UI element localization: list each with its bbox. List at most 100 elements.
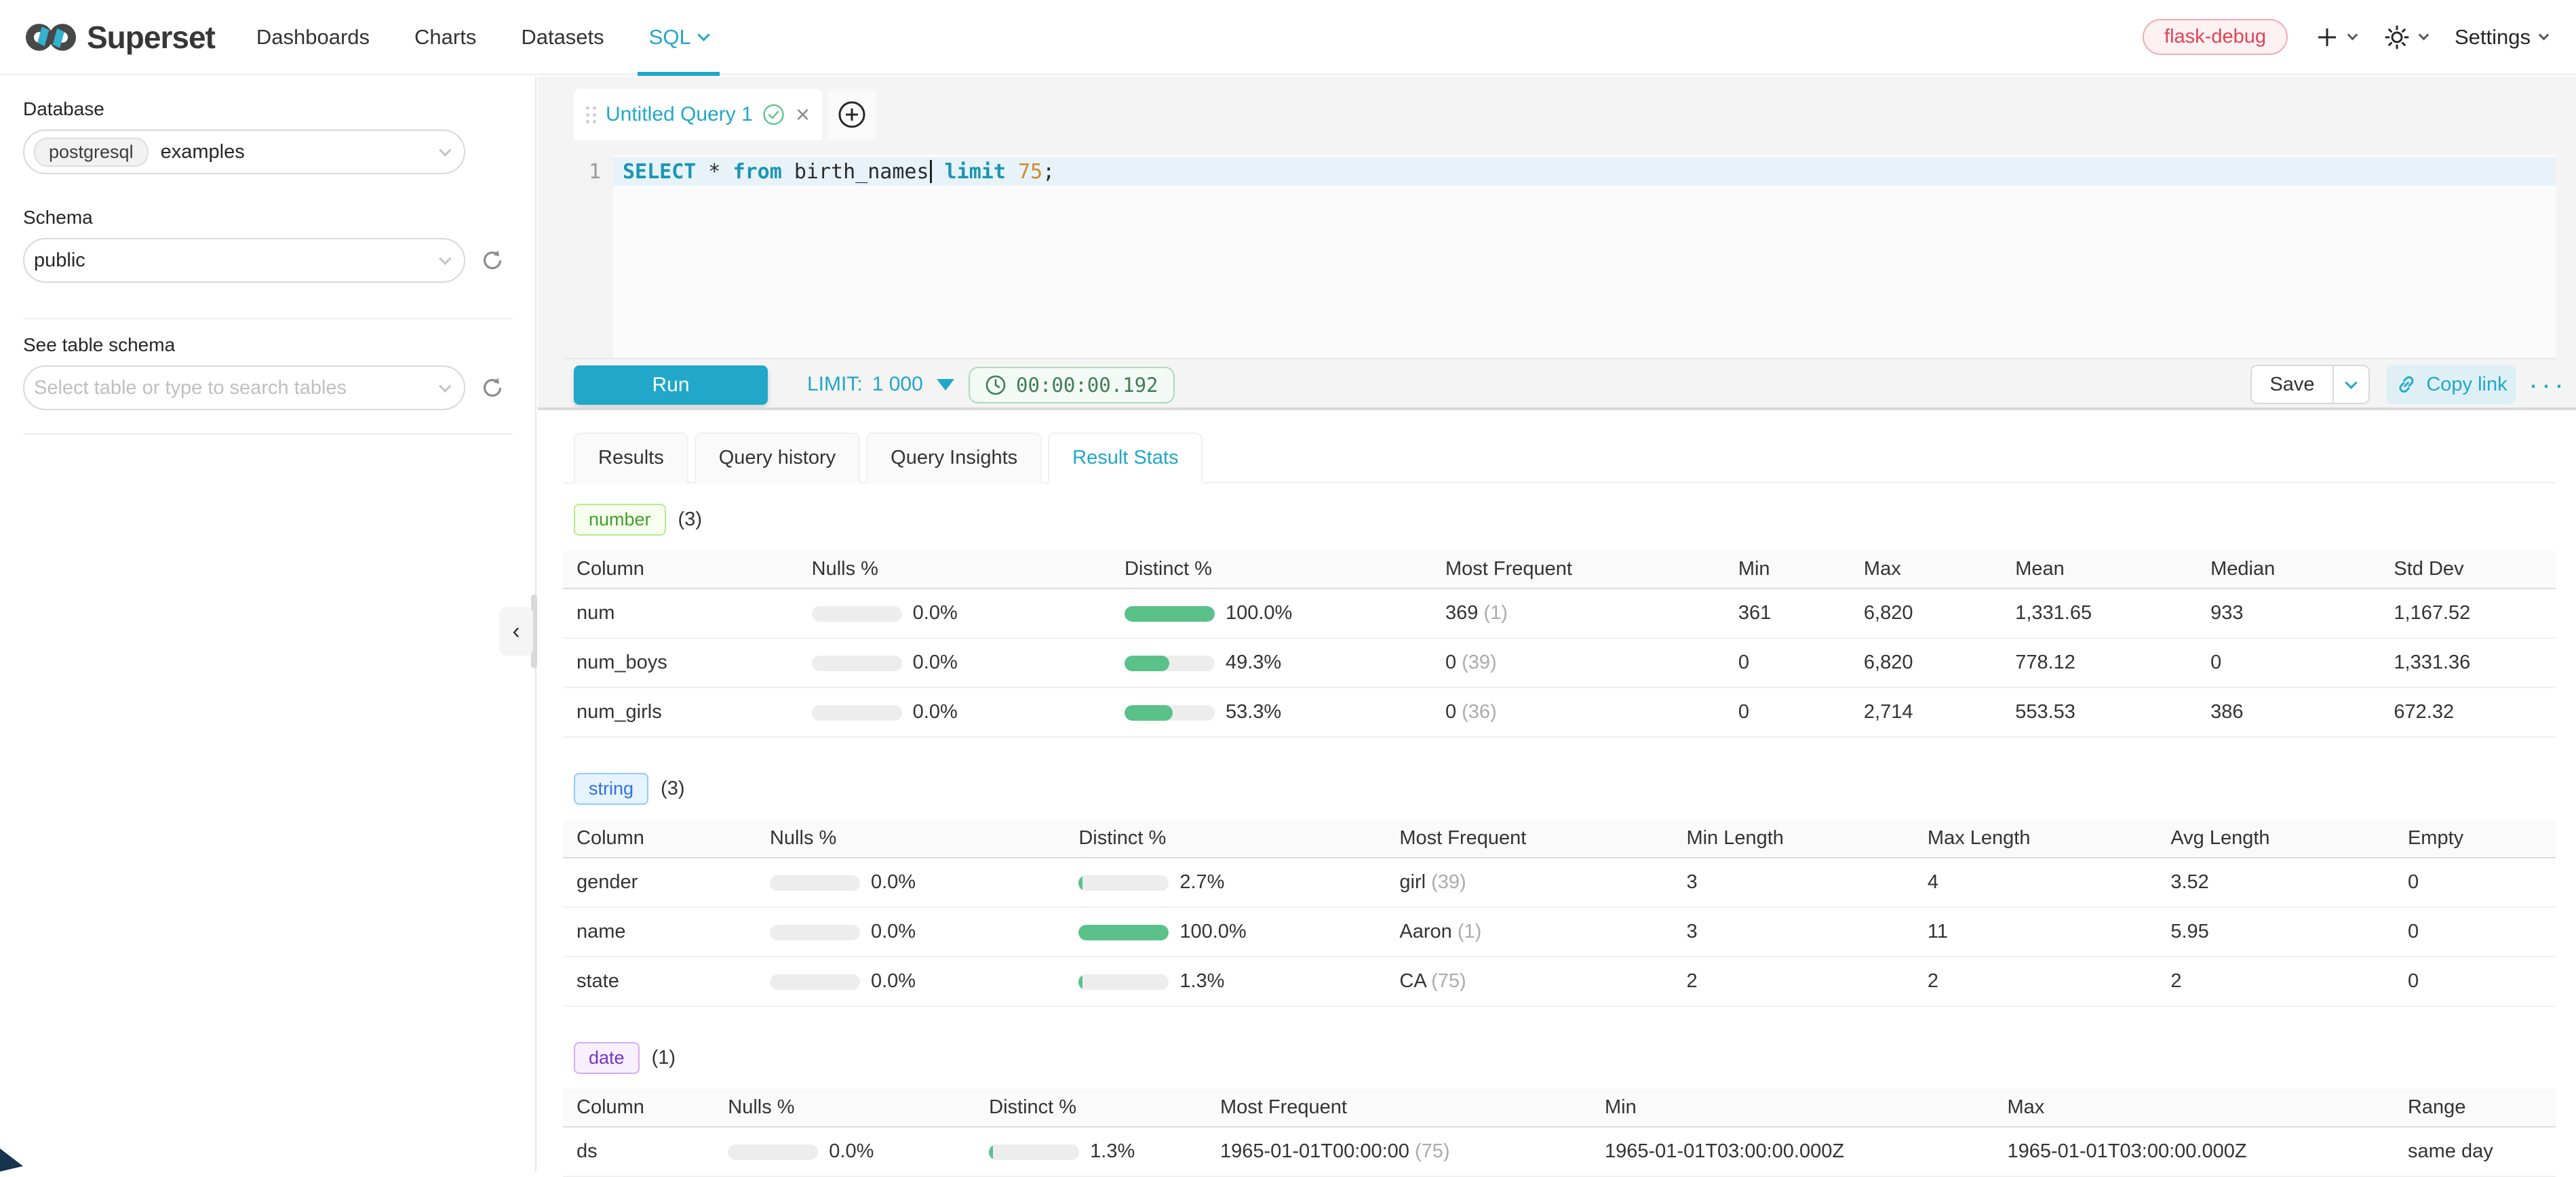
refresh-schemas-icon[interactable] — [480, 248, 505, 273]
stat-value-cell: 0 — [2394, 858, 2556, 907]
tab-result-stats[interactable]: Result Stats — [1048, 433, 1203, 483]
column-header: Distinct % — [1111, 551, 1432, 588]
most-frequent-cell: 0 (39) — [1432, 638, 1725, 687]
progress-bar — [812, 656, 902, 671]
nav-item-datasets[interactable]: Datasets — [499, 0, 626, 75]
most-frequent-cell: Aaron (1) — [1386, 907, 1673, 957]
column-header: Max — [1850, 551, 2002, 588]
refresh-tables-icon[interactable] — [480, 376, 505, 400]
main-nav: Dashboards Charts Datasets SQL — [234, 0, 730, 75]
stat-value-cell: 553.53 — [2002, 687, 2197, 737]
table-row: name0.0%100.0%Aaron (1)3115.950 — [563, 907, 2556, 957]
stat-value-cell: 3 — [1673, 858, 1913, 907]
column-header: Min — [1725, 551, 1850, 588]
text-cursor — [930, 160, 932, 183]
save-button[interactable]: Save — [2250, 365, 2333, 404]
column-name-cell: num — [563, 588, 798, 638]
column-header: Min Length — [1673, 820, 1913, 858]
close-tab-icon[interactable]: × — [796, 102, 810, 127]
query-tab[interactable]: Untitled Query 1 × — [574, 89, 822, 140]
divider — [23, 433, 513, 435]
sql-statement[interactable]: SELECT * from birth_names limit 75; — [623, 157, 1055, 186]
nav-item-dashboards[interactable]: Dashboards — [234, 0, 392, 75]
progress-bar — [770, 974, 860, 990]
copy-link-button[interactable]: Copy link — [2386, 365, 2516, 404]
schema-label: Schema — [23, 207, 535, 228]
column-header: Range — [2394, 1089, 2556, 1127]
column-header: Column — [563, 1089, 714, 1127]
stat-value-cell: 3.52 — [2157, 858, 2394, 907]
superset-logo[interactable]: Superset — [26, 19, 215, 56]
superset-infinity-icon — [26, 21, 76, 54]
collapse-sidebar-button[interactable]: ‹ — [499, 607, 533, 656]
sql-lab-sidebar: Database postgresql examples Schema publ… — [0, 77, 536, 1172]
column-header: Empty — [2394, 820, 2556, 858]
percent-bar-cell: 0.0% — [756, 907, 1065, 957]
stat-value-cell: 2 — [1914, 957, 2157, 1006]
table-row: gender0.0%2.7%girl (39)343.520 — [563, 858, 2556, 907]
tab-results[interactable]: Results — [574, 433, 688, 483]
stat-value-cell: 1,331.65 — [2002, 588, 2197, 638]
stat-value-cell: 1,167.52 — [2380, 588, 2556, 638]
brand-name: Superset — [87, 19, 215, 56]
table-row: ds0.0%1.3%1965-01-01T00:00:00 (75)1965-0… — [563, 1127, 2556, 1176]
progress-bar — [1078, 875, 1169, 891]
stat-value-cell: 1965-01-01T03:00:00.000Z — [1591, 1127, 1993, 1176]
number-stats-table: ColumnNulls %Distinct %Most FrequentMinM… — [563, 551, 2556, 738]
database-select[interactable]: postgresql examples — [23, 129, 465, 174]
chevron-down-icon — [2539, 30, 2550, 41]
sun-icon — [2383, 24, 2411, 51]
nav-item-sql[interactable]: SQL — [627, 0, 730, 75]
stat-value-cell: 5.95 — [2157, 907, 2394, 957]
line-number: 1 — [589, 160, 601, 184]
column-header: Nulls % — [798, 551, 1111, 588]
save-options-button[interactable] — [2333, 365, 2370, 404]
table-select[interactable]: Select table or type to search tables — [23, 365, 465, 410]
navbar: Superset Dashboards Charts Datasets SQL … — [0, 0, 2576, 75]
tab-query-insights[interactable]: Query Insights — [866, 433, 1042, 483]
progress-bar — [1125, 606, 1215, 622]
progress-bar — [1125, 705, 1215, 721]
elapsed-time: 00:00:00.192 — [1016, 374, 1158, 397]
stat-value-cell: 0 — [2394, 957, 2556, 1006]
sql-code-editor[interactable]: 1 SELECT * from birth_names limit 75; — [563, 155, 2556, 358]
most-frequent-cell: 1965-01-01T00:00:00 (75) — [1207, 1127, 1591, 1176]
tab-query-history[interactable]: Query history — [695, 433, 860, 483]
clock-icon — [985, 374, 1007, 396]
stat-value-cell: 2 — [2157, 957, 2394, 1006]
schema-select[interactable]: public — [23, 238, 465, 283]
stat-value-cell: 672.32 — [2380, 687, 2556, 737]
stat-value-cell: 1,331.36 — [2380, 638, 2556, 687]
progress-bar — [812, 705, 902, 721]
table-row: num_girls0.0%53.3%0 (36)02,714553.533866… — [563, 687, 2556, 737]
save-split-button: Save — [2250, 365, 2370, 404]
new-item-button[interactable] — [2315, 25, 2356, 49]
more-actions-button[interactable]: ··· — [2529, 359, 2567, 410]
run-button[interactable]: Run — [574, 365, 768, 405]
progress-bar — [1125, 656, 1215, 671]
code-token — [1006, 160, 1018, 184]
table-row: num0.0%100.0%369 (1)3616,8201,331.659331… — [563, 588, 2556, 638]
percent-bar-cell: 1.3% — [975, 1127, 1207, 1176]
query-tab-title: Untitled Query 1 — [606, 103, 753, 126]
drag-handle-icon[interactable] — [586, 106, 596, 123]
theme-toggle[interactable] — [2383, 24, 2427, 51]
nav-item-charts[interactable]: Charts — [392, 0, 499, 75]
column-name-cell: gender — [563, 858, 756, 907]
column-header: Avg Length — [2157, 820, 2394, 858]
new-query-tab-button[interactable] — [827, 89, 876, 140]
most-frequent-cell: CA (75) — [1386, 957, 1673, 1006]
percent-bar-cell: 0.0% — [798, 687, 1111, 737]
column-header: Min — [1591, 1089, 1993, 1127]
stat-value-cell: 2,714 — [1850, 687, 2002, 737]
column-count: (3) — [661, 778, 684, 800]
stat-value-cell: 3 — [1673, 907, 1913, 957]
column-header: Distinct % — [975, 1089, 1207, 1127]
header-row: ColumnNulls %Distinct %Most FrequentMinM… — [563, 551, 2556, 588]
percent-bar-cell: 1.3% — [1065, 957, 1386, 1006]
date-type-badge: date — [574, 1042, 640, 1074]
limit-dropdown[interactable]: LIMIT: 1 000 — [807, 359, 954, 410]
settings-menu[interactable]: Settings — [2455, 25, 2548, 49]
date-section-header: date(1) — [574, 1042, 2556, 1074]
chevron-down-icon — [439, 144, 451, 156]
